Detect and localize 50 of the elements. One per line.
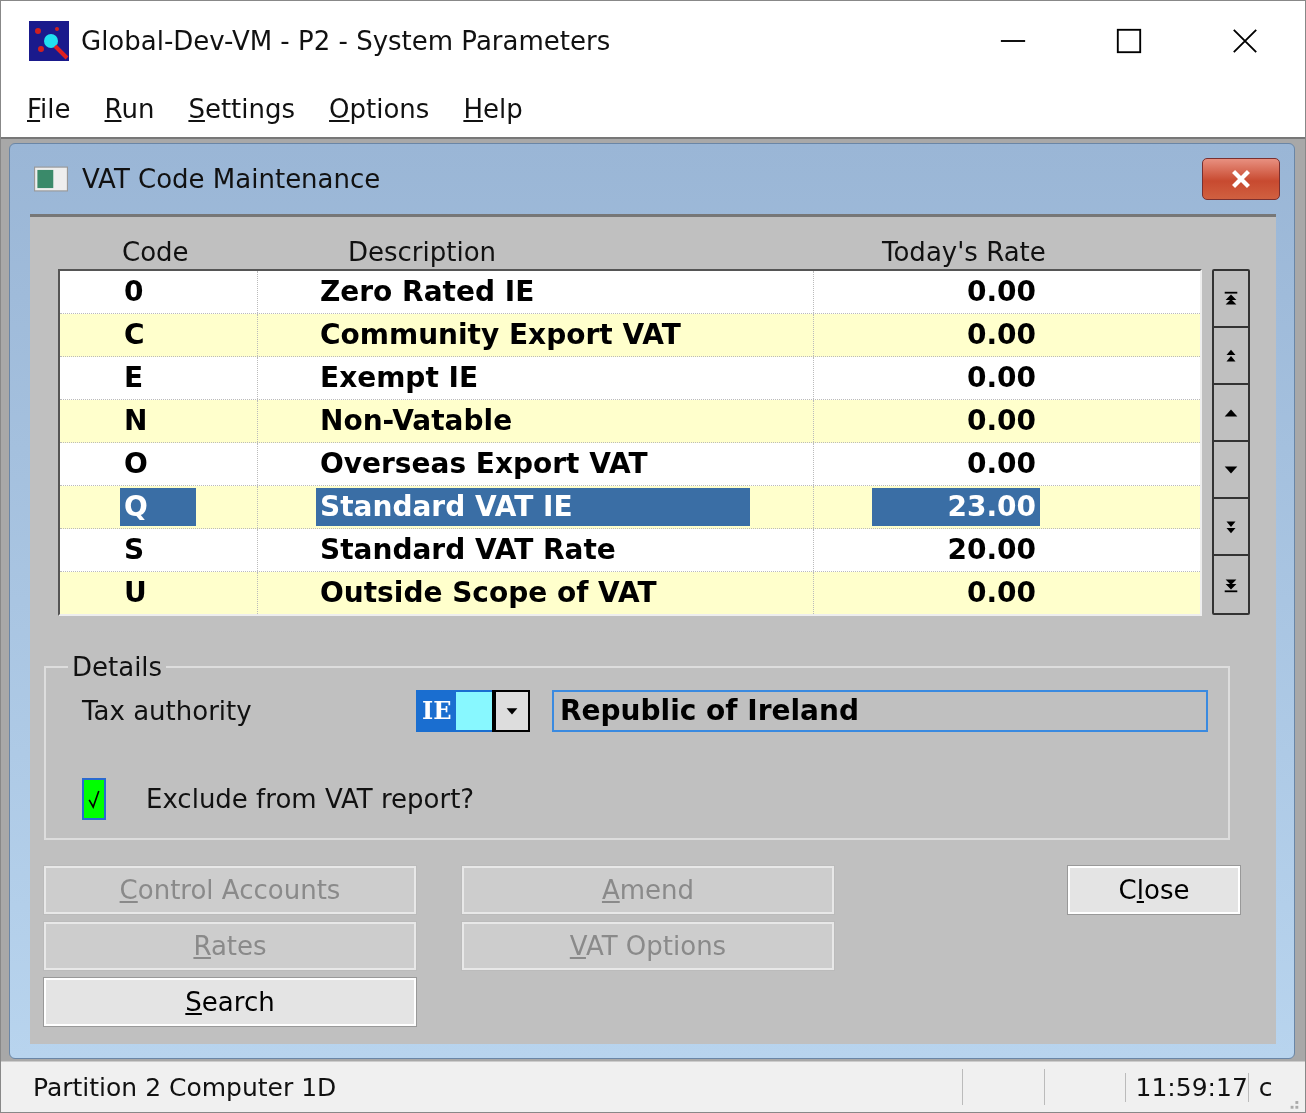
- tax-authority-combo[interactable]: IE: [416, 690, 530, 732]
- column-header: Today's Rate: [881, 237, 1046, 267]
- authority-name-field[interactable]: Republic of Ireland: [552, 690, 1208, 732]
- menu-item[interactable]: Settings: [188, 94, 296, 124]
- action-button[interactable]: Close: [1068, 866, 1240, 914]
- table-cell[interactable]: Exempt IE: [316, 359, 483, 397]
- table-cell[interactable]: 0.00: [872, 359, 1040, 397]
- table-cell[interactable]: U: [120, 574, 151, 612]
- table-cell[interactable]: 23.00: [872, 488, 1040, 526]
- maximize-icon[interactable]: [1115, 27, 1143, 55]
- table-cell[interactable]: 0: [120, 273, 148, 311]
- group-title: Details: [71, 652, 164, 682]
- table-cell[interactable]: Non-Vatable: [316, 402, 517, 440]
- table-cell[interactable]: S: [120, 531, 149, 569]
- table-cell[interactable]: 0.00: [872, 316, 1040, 354]
- table-cell[interactable]: C: [120, 316, 149, 354]
- menu-item[interactable]: Run: [104, 94, 155, 124]
- menu-item[interactable]: Help: [463, 94, 523, 124]
- status-text: c: [1247, 1072, 1282, 1102]
- table-cell[interactable]: 0.00: [872, 402, 1040, 440]
- field-label: Tax authority: [82, 696, 253, 726]
- close-icon[interactable]: [1231, 27, 1259, 55]
- table-cell[interactable]: Standard VAT Rate: [316, 531, 620, 569]
- table-cell[interactable]: Community Export VAT: [316, 316, 685, 354]
- table-cell[interactable]: 20.00: [872, 531, 1040, 569]
- column-header: Description: [347, 237, 498, 267]
- action-button[interactable]: Search: [44, 978, 416, 1026]
- window-icon: [34, 166, 68, 192]
- menu-item[interactable]: File: [27, 94, 71, 124]
- table-cell[interactable]: Zero Rated IE: [316, 273, 539, 311]
- exclude-checkbox[interactable]: [82, 778, 106, 820]
- menu-item[interactable]: Options: [329, 94, 430, 124]
- status-time: 11:59:17: [1124, 1072, 1248, 1102]
- table-cell[interactable]: E: [120, 359, 148, 397]
- table-cell[interactable]: O: [120, 445, 152, 483]
- table-cell[interactable]: 0.00: [872, 574, 1040, 612]
- table-cell[interactable]: Q: [120, 488, 196, 526]
- table-cell[interactable]: Overseas Export VAT: [316, 445, 652, 483]
- table-cell[interactable]: 0.00: [872, 273, 1040, 311]
- window-title: Global-Dev-VM - P2 - System Parameters: [81, 26, 611, 56]
- dialog-title: VAT Code Maintenance: [82, 164, 381, 194]
- close-button[interactable]: [1202, 158, 1280, 200]
- status-text: Partition 2 Computer 1D: [32, 1072, 338, 1102]
- app-icon: [29, 21, 69, 61]
- table-cell[interactable]: N: [120, 402, 152, 440]
- checkbox-label: Exclude from VAT report?: [146, 784, 475, 814]
- table-cell[interactable]: Standard VAT IE: [316, 488, 750, 526]
- column-header: Code: [121, 237, 190, 267]
- table-cell[interactable]: 0.00: [872, 445, 1040, 483]
- table-cell[interactable]: Outside Scope of VAT: [316, 574, 661, 612]
